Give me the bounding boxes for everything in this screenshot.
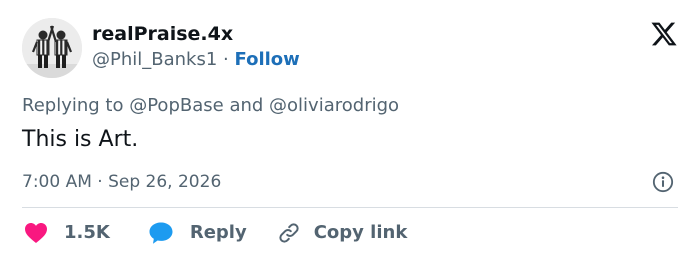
reply-label: Reply bbox=[189, 222, 247, 243]
author-handle[interactable]: @Phil_Banks1 bbox=[92, 49, 217, 70]
reply-context: Replying to @PopBase and @oliviarodrigo bbox=[22, 94, 399, 118]
reply-conjunction: and bbox=[229, 95, 264, 116]
likes-count: 1.5K bbox=[64, 222, 110, 243]
speech-bubble-icon bbox=[149, 222, 173, 244]
timestamp-separator: · bbox=[97, 172, 103, 192]
author-meta: @Phil_Banks1 · Follow bbox=[92, 48, 300, 72]
avatar-image bbox=[22, 18, 82, 78]
like-button[interactable]: 1.5K bbox=[24, 221, 110, 245]
x-logo-icon[interactable] bbox=[650, 20, 678, 48]
meta-separator: · bbox=[223, 49, 229, 70]
divider bbox=[22, 207, 678, 208]
action-bar: 1.5K Reply Copy link bbox=[24, 220, 407, 246]
avatar[interactable] bbox=[22, 18, 82, 78]
tweet-text: This is Art. bbox=[22, 127, 139, 152]
follow-button[interactable]: Follow bbox=[235, 49, 300, 70]
heart-icon bbox=[25, 223, 47, 243]
link-icon bbox=[279, 223, 299, 243]
copy-link-label: Copy link bbox=[313, 222, 408, 243]
reply-button[interactable]: Reply bbox=[148, 221, 247, 245]
display-name[interactable]: realPraise.4x bbox=[92, 22, 233, 46]
mention-oliviarodrigo[interactable]: @oliviarodrigo bbox=[269, 95, 399, 116]
info-icon[interactable] bbox=[652, 171, 674, 193]
tweet-time: 7:00 AM bbox=[22, 172, 92, 192]
reply-prefix: Replying to bbox=[22, 95, 124, 116]
copy-link-button[interactable]: Copy link bbox=[277, 221, 408, 245]
timestamp[interactable]: 7:00 AM · Sep 26, 2026 bbox=[22, 170, 221, 194]
tweet-date: Sep 26, 2026 bbox=[108, 172, 222, 192]
mention-popbase[interactable]: @PopBase bbox=[129, 95, 223, 116]
